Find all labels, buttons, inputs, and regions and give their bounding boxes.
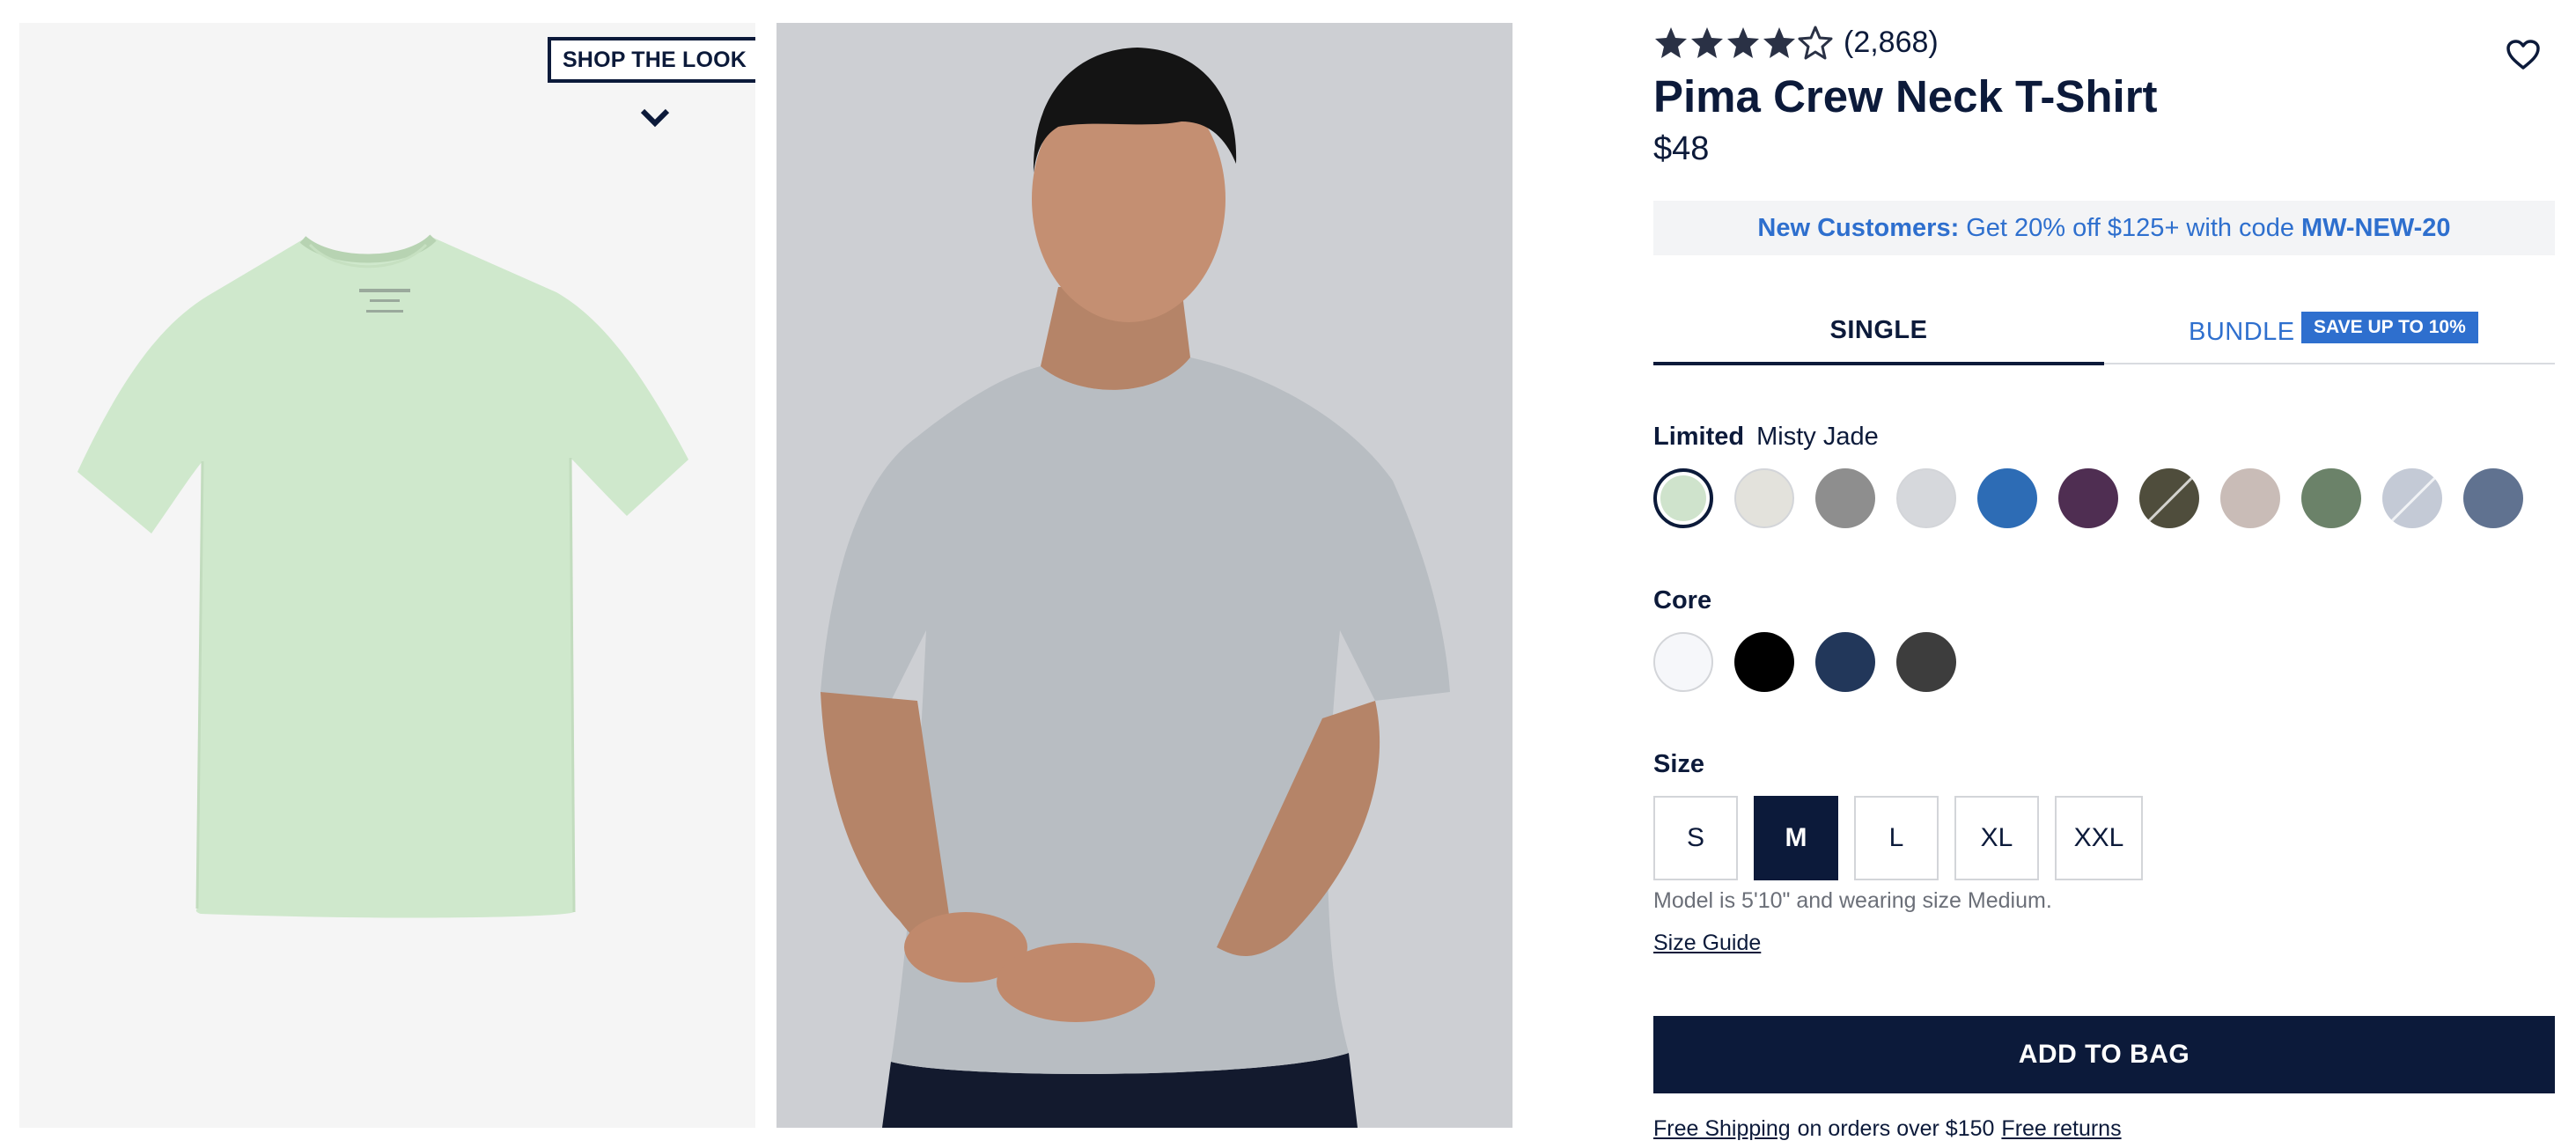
- star-rating: [1655, 26, 1833, 60]
- color-swatch-olive-stripe[interactable]: [2139, 468, 2199, 528]
- color-swatch-white[interactable]: [1653, 632, 1713, 692]
- color-swatch-taupe[interactable]: [2220, 468, 2280, 528]
- selected-color-name: Misty Jade: [1756, 423, 1879, 451]
- product-price: $48: [1653, 130, 1710, 167]
- product-title: Pima Crew Neck T-Shirt: [1653, 71, 2158, 121]
- tab-single[interactable]: SINGLE: [1653, 299, 2104, 365]
- free-returns-link[interactable]: Free returns: [2001, 1116, 2121, 1141]
- star-icon: [1763, 27, 1795, 58]
- promo-text: Get 20% off $125+ with code: [1966, 213, 2294, 242]
- color-swatch-slate-blue[interactable]: [2463, 468, 2523, 528]
- limited-colors-label: Limited Misty Jade: [1653, 423, 1879, 452]
- size-option-s[interactable]: S: [1653, 796, 1738, 880]
- limited-heading: Limited: [1653, 423, 1745, 451]
- color-swatch-black[interactable]: [1734, 632, 1794, 692]
- product-image-model[interactable]: [776, 23, 1512, 1128]
- star-icon: [1691, 27, 1723, 58]
- size-option-m[interactable]: M: [1754, 796, 1838, 880]
- size-guide-link[interactable]: Size Guide: [1653, 931, 1761, 956]
- shipping-text: on orders over $150: [1797, 1116, 1995, 1141]
- add-to-bag-button[interactable]: ADD TO BAG: [1653, 1016, 2555, 1093]
- color-swatch-navy[interactable]: [1815, 632, 1875, 692]
- shop-the-look-button[interactable]: SHOP THE LOOK: [548, 37, 755, 83]
- color-swatch-ice-stripe[interactable]: [2382, 468, 2442, 528]
- shipping-info: Free Shipping on orders over $150 Free ret…: [1653, 1116, 2122, 1142]
- review-count[interactable]: (2,868): [1844, 26, 1939, 60]
- bundle-save-badge: SAVE UP TO 10%: [2301, 312, 2478, 343]
- heart-icon[interactable]: [2506, 39, 2541, 70]
- core-colors-label: Core: [1653, 586, 1724, 615]
- tab-bundle[interactable]: BUNDLE: [2189, 299, 2295, 364]
- promo-lead: New Customers:: [1757, 213, 1960, 242]
- color-swatch-blue[interactable]: [1977, 468, 2037, 528]
- size-heading: Size: [1653, 750, 1705, 778]
- stripe-pattern: [2144, 472, 2197, 526]
- color-swatch-stone[interactable]: [1734, 468, 1794, 528]
- core-heading: Core: [1653, 586, 1712, 614]
- color-swatch-light-grey[interactable]: [1896, 468, 1956, 528]
- model-photo: [821, 48, 1450, 1128]
- color-swatch-charcoal[interactable]: [1896, 632, 1956, 692]
- stripe-pattern: [2387, 472, 2440, 526]
- promo-code: MW-NEW-20: [2300, 213, 2451, 242]
- promo-banner: New Customers: Get 20% off $125+ with co…: [1653, 201, 2555, 255]
- free-shipping-link[interactable]: Free Shipping: [1653, 1116, 1791, 1141]
- purchase-type-tabs: SINGLE BUNDLE SAVE UP TO 10%: [1653, 299, 2555, 365]
- color-swatch-heather-grey[interactable]: [1815, 468, 1875, 528]
- rating-summary[interactable]: (2,868): [1653, 23, 1939, 62]
- color-swatch-sage[interactable]: [2301, 468, 2361, 528]
- chevron-down-icon[interactable]: [637, 106, 673, 129]
- product-image-flat[interactable]: SHOP THE LOOK: [19, 23, 755, 1128]
- size-option-xl[interactable]: XL: [1954, 796, 2039, 880]
- star-icon: [1655, 27, 1687, 58]
- star-icon: [1798, 26, 1833, 60]
- size-option-l[interactable]: L: [1854, 796, 1939, 880]
- color-swatch-plum[interactable]: [2058, 468, 2118, 528]
- star-icon: [1727, 27, 1759, 58]
- size-option-xxl[interactable]: XXL: [2055, 796, 2143, 880]
- flat-tshirt-image: [77, 234, 688, 918]
- model-size-note: Model is 5'10" and wearing size Medium.: [1653, 888, 2052, 913]
- color-swatch-misty-jade[interactable]: [1653, 468, 1713, 528]
- size-label: Size: [1653, 750, 1717, 779]
